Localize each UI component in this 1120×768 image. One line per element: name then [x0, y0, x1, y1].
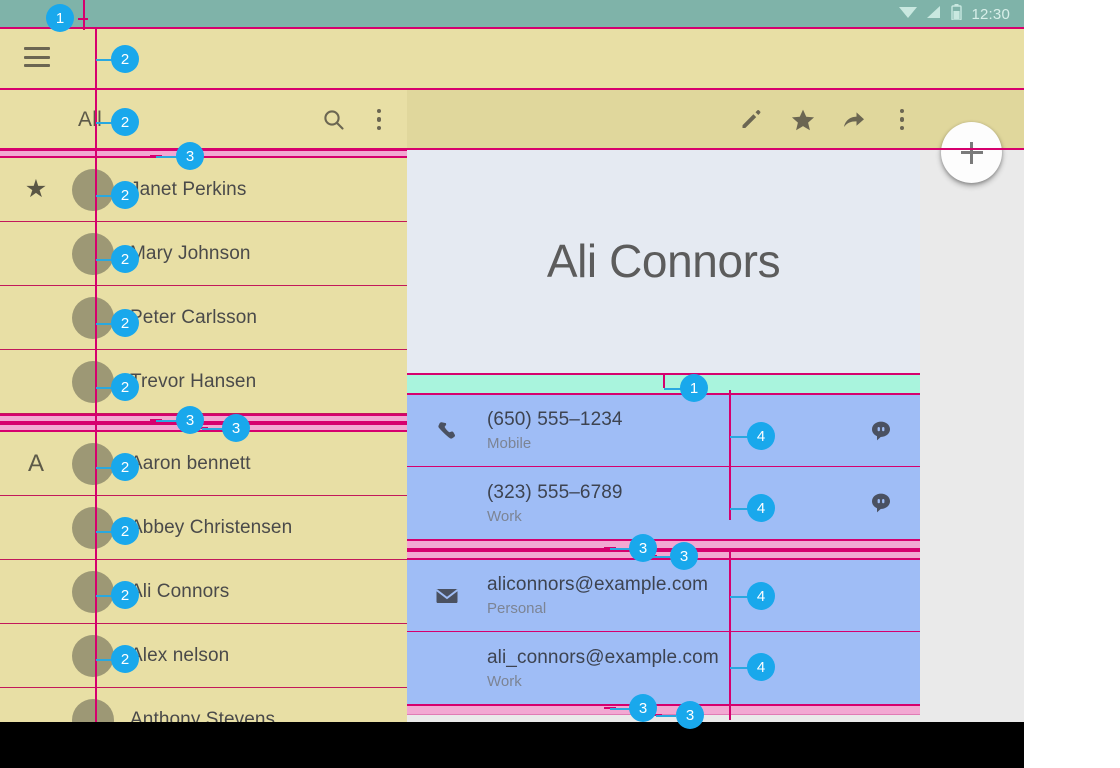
hamburger-menu-icon[interactable] — [24, 47, 50, 67]
list-item[interactable]: Peter Carlsson — [0, 286, 407, 350]
email-address: ali_connors@example.com — [487, 647, 842, 669]
avatar — [72, 443, 114, 485]
screenshot-root: 12:30 All — [0, 0, 1120, 768]
message-bubble-icon[interactable] — [842, 419, 920, 443]
spacing-band-section-2 — [0, 423, 407, 432]
status-bar: 12:30 — [0, 0, 1024, 28]
spacing-band-section-1 — [0, 414, 407, 423]
list-item[interactable]: Mary Johnson — [0, 222, 407, 286]
avatar — [72, 699, 114, 723]
list-item[interactable]: A Aaron bennett — [0, 432, 407, 496]
wifi-icon — [899, 5, 917, 24]
star-icon: ★ — [25, 177, 47, 202]
tab-all[interactable]: All — [78, 108, 102, 132]
list-toolbar: All — [0, 90, 407, 149]
list-item[interactable]: Abbey Christensen — [0, 496, 407, 560]
detail-row-email[interactable]: aliconnors@example.com Personal — [407, 560, 920, 632]
sub-toolbar: All — [0, 90, 1024, 149]
email-label: Personal — [487, 600, 842, 617]
contact-list-pane[interactable]: ★ Janet Perkins Mary Johnson Peter Carls… — [0, 149, 407, 722]
contact-name: Aaron bennett — [130, 453, 251, 475]
screen-bottom-letterbox — [0, 722, 1024, 768]
detail-email-list: aliconnors@example.com Personal ali_conn… — [407, 560, 920, 704]
contact-detail-pane: Ali Connors (650) 555–1234 Mobile — [407, 149, 1024, 722]
detail-row-phone[interactable]: (650) 555–1234 Mobile — [407, 395, 920, 467]
add-contact-fab[interactable] — [941, 122, 1002, 183]
email-label: Work — [487, 673, 842, 690]
phone-label: Mobile — [487, 435, 842, 452]
detail-row-texts: (650) 555–1234 Mobile — [487, 409, 842, 452]
detail-toolbar — [407, 90, 1024, 149]
overflow-menu-icon-detail[interactable] — [892, 105, 912, 135]
star-icon[interactable] — [790, 107, 816, 133]
contact-name: Ali Connors — [130, 581, 229, 603]
status-bar-clock: 12:30 — [971, 6, 1010, 23]
contact-name: Alex nelson — [130, 645, 229, 667]
avatar — [72, 169, 114, 211]
detail-row-email[interactable]: ali_connors@example.com Work — [407, 632, 920, 704]
contact-name: Mary Johnson — [130, 243, 251, 265]
spacing-band-hero — [407, 373, 920, 395]
app-bar — [0, 29, 1024, 89]
overflow-menu-icon-list[interactable] — [369, 105, 389, 135]
detail-phone-list: (650) 555–1234 Mobile (323) 555– — [407, 395, 920, 539]
avatar — [72, 297, 114, 339]
search-icon[interactable] — [321, 107, 347, 133]
avatar — [72, 635, 114, 677]
phone-number: (650) 555–1234 — [487, 409, 842, 431]
contact-name: Peter Carlsson — [130, 307, 257, 329]
list-item-lead: ★ — [0, 177, 72, 202]
avatar — [72, 361, 114, 403]
contact-name: Abbey Christensen — [130, 517, 292, 539]
message-bubble-icon[interactable] — [842, 491, 920, 515]
pencil-edit-icon[interactable] — [739, 107, 765, 133]
phone-icon — [407, 419, 487, 443]
avatar — [72, 507, 114, 549]
envelope-icon — [407, 583, 487, 609]
contact-name: Trevor Hansen — [130, 371, 256, 393]
battery-icon — [951, 4, 962, 25]
plus-icon — [961, 142, 983, 164]
list-item[interactable]: Alex nelson — [0, 624, 407, 688]
detail-row-texts: ali_connors@example.com Work — [487, 647, 842, 690]
list-item[interactable]: Anthony Stevens — [0, 688, 407, 722]
list-item[interactable]: Ali Connors — [0, 560, 407, 624]
list-item[interactable]: ★ Janet Perkins — [0, 158, 407, 222]
share-arrow-icon[interactable] — [841, 107, 867, 133]
signal-icon — [926, 5, 942, 24]
list-toolbar-actions — [321, 90, 389, 149]
phone-number: (323) 555–6789 — [487, 482, 842, 504]
detail-hero: Ali Connors — [407, 149, 920, 373]
avatar — [72, 233, 114, 275]
detail-toolbar-actions — [739, 90, 912, 149]
spacing-band-detail-1 — [407, 539, 920, 550]
detail-row-texts: (323) 555–6789 Work — [487, 482, 842, 525]
contact-name: Anthony Stevens — [130, 709, 275, 723]
contact-detail-title: Ali Connors — [547, 234, 780, 288]
detail-row-phone[interactable]: (323) 555–6789 Work — [407, 467, 920, 539]
spacing-band-detail-3 — [407, 704, 920, 715]
device-viewport: 12:30 All — [0, 0, 1024, 722]
spacing-band-detail-2 — [407, 550, 920, 560]
avatar — [72, 571, 114, 613]
detail-row-texts: aliconnors@example.com Personal — [487, 574, 842, 617]
spacing-band-top — [0, 149, 407, 158]
list-item[interactable]: Trevor Hansen — [0, 350, 407, 414]
contact-name: Janet Perkins — [130, 179, 246, 201]
email-address: aliconnors@example.com — [487, 574, 842, 596]
section-letter: A — [0, 450, 72, 478]
phone-label: Work — [487, 508, 842, 525]
